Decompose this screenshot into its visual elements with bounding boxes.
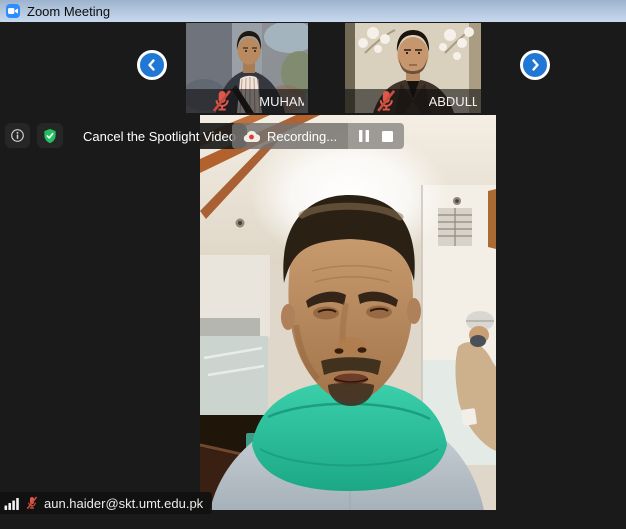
participant-name-tag: ABDULLAH ...: [345, 89, 481, 113]
mic-muted-icon: [190, 89, 254, 113]
zoom-camera-icon: [6, 4, 20, 18]
info-icon: [9, 127, 26, 144]
meeting-information-button[interactable]: [5, 123, 30, 148]
cancel-spotlight-button[interactable]: Cancel the Spotlight Video: [72, 123, 247, 149]
mic-muted-icon: [349, 89, 424, 113]
spotlight-video-frame: [200, 115, 496, 510]
participant-name-tag: MUHAMMA...: [186, 89, 308, 113]
chevron-right-icon: [527, 57, 543, 73]
titlebar: Zoom Meeting: [0, 0, 626, 22]
mic-muted-icon: [25, 496, 39, 510]
recording-label: Recording...: [267, 129, 337, 144]
chevron-left-icon: [144, 57, 160, 73]
previous-participants-button[interactable]: [137, 50, 167, 80]
stop-icon: [382, 131, 393, 142]
window-title: Zoom Meeting: [27, 4, 110, 19]
cloud-recording-icon: [243, 130, 260, 143]
next-participants-button[interactable]: [520, 50, 550, 80]
pause-recording-button[interactable]: [359, 130, 369, 142]
participant-video-thumbnail[interactable]: ABDULLAH ...: [345, 23, 481, 113]
network-signal-bars-icon: [4, 496, 20, 511]
active-speaker-email: aun.haider@skt.umt.edu.pk: [44, 496, 203, 511]
spotlight-video[interactable]: [200, 115, 496, 510]
participant-video-thumbnail[interactable]: MUHAMMA...: [186, 23, 308, 113]
active-speaker-tag: aun.haider@skt.umt.edu.pk: [0, 492, 212, 514]
stop-recording-button[interactable]: [382, 131, 393, 142]
recording-status: Recording...: [232, 123, 348, 149]
recording-controls: [348, 123, 404, 149]
security-shield-check-icon: [41, 127, 59, 145]
pause-icon: [359, 130, 369, 142]
recording-indicator: Recording...: [232, 123, 404, 149]
security-button[interactable]: [37, 123, 63, 148]
participant-name: MUHAMMA...: [259, 94, 304, 109]
zoom-meeting-window: Zoom Meeting: [0, 0, 626, 529]
participant-name: ABDULLAH ...: [429, 94, 477, 109]
